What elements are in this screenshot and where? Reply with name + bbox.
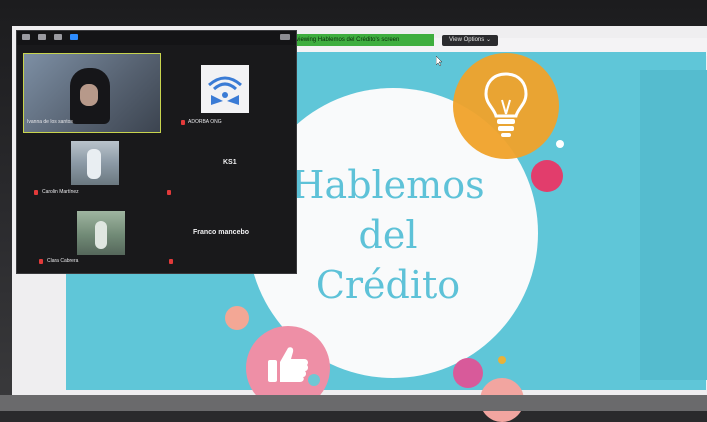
mic-muted-icon — [169, 259, 173, 264]
decor-dot-pink — [531, 160, 563, 192]
minimize-icon[interactable] — [22, 34, 30, 40]
participant-face — [80, 84, 98, 106]
slide-right-stripe — [640, 70, 707, 380]
slide-title-line1: Hablemos — [291, 163, 485, 207]
slide-title-line2: del — [358, 213, 418, 257]
participant-video-6[interactable] — [77, 211, 125, 255]
decor-dot-magenta — [453, 358, 483, 388]
thumbs-up-icon — [268, 347, 309, 382]
mic-muted-icon — [181, 120, 185, 125]
participant-name-6: Clara Cabrera — [47, 258, 79, 264]
gallery-view-icon[interactable] — [54, 34, 62, 40]
decor-dot-teal — [308, 374, 320, 386]
mic-muted-icon — [39, 259, 43, 264]
mouse-cursor-icon — [436, 56, 442, 66]
mic-muted-icon — [34, 190, 38, 195]
participant-name-2: ADORBA ONG — [188, 119, 222, 125]
participant-figure — [87, 149, 101, 179]
organization-logo-icon — [208, 76, 242, 105]
panel-toolbar — [17, 31, 296, 45]
mic-muted-icon — [167, 190, 171, 195]
slide-title: Hablemos del Crédito — [268, 160, 508, 310]
participant-name-5[interactable]: Franco mancebo — [193, 229, 249, 236]
lightbulb-icon — [484, 72, 528, 137]
participant-name-4: Carolin Martínez — [42, 189, 79, 195]
participant-avatar-2[interactable] — [201, 65, 249, 113]
speaker-view-icon[interactable] — [38, 34, 46, 40]
participant-figure — [95, 221, 107, 249]
slide-title-line3: Crédito — [315, 263, 461, 307]
participant-video-4[interactable] — [71, 141, 119, 185]
decor-dot-peach — [225, 306, 249, 330]
view-options-button[interactable]: View Options ⌄ — [442, 35, 498, 46]
decor-dot-yellow — [498, 356, 506, 364]
active-view-icon[interactable] — [70, 34, 78, 40]
desk-edge — [0, 395, 707, 411]
participants-panel: Ivanna de los santos ADORBA ONG KS1 Caro… — [16, 30, 297, 274]
panel-options-icon[interactable] — [280, 34, 290, 40]
decor-dot-white — [556, 140, 564, 148]
participant-name-1: Ivanna de los santos — [27, 119, 73, 125]
participant-name-3[interactable]: KS1 — [223, 159, 237, 166]
